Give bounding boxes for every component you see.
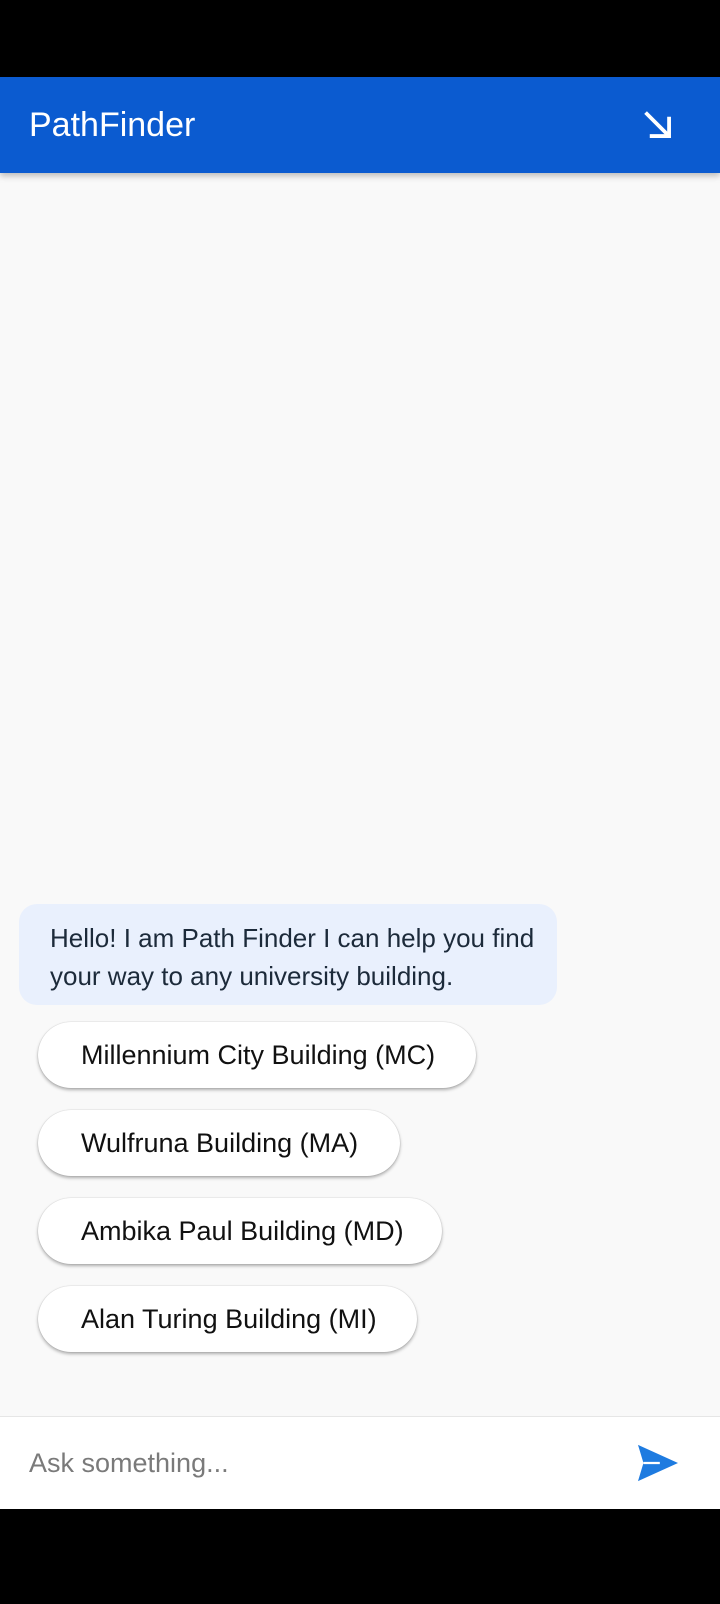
quick-reply-md[interactable]: Ambika Paul Building (MD) [38, 1198, 442, 1264]
message-input[interactable] [29, 1417, 589, 1509]
bot-message-bubble: Hello! I am Path Finder I can help you f… [19, 904, 557, 1005]
app-bar: PathFinder [0, 77, 720, 173]
arrow-down-right-icon [644, 111, 671, 138]
chat-widget: PathFinder Hello! I am Path Finder I can… [0, 77, 720, 1509]
app-title: PathFinder [29, 106, 196, 144]
quick-reply-mc[interactable]: Millennium City Building (MC) [38, 1022, 476, 1088]
message-list: Hello! I am Path Finder I can help you f… [0, 173, 720, 1416]
send-icon [638, 1444, 678, 1482]
navigation-bar-area [0, 1509, 720, 1604]
message-input-bar [0, 1416, 720, 1509]
status-bar-area [0, 0, 720, 77]
quick-reply-ma[interactable]: Wulfruna Building (MA) [38, 1110, 400, 1176]
send-button[interactable] [630, 1437, 686, 1489]
quick-reply-mi[interactable]: Alan Turing Building (MI) [38, 1286, 417, 1352]
minimize-button[interactable] [630, 97, 686, 153]
